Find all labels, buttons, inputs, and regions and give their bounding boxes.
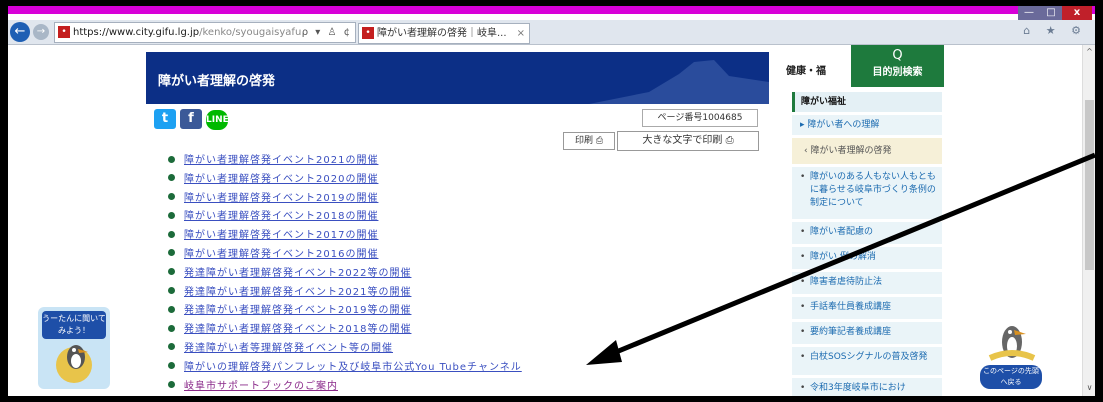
annotation-arrow-icon [586,152,1095,365]
browser-window: — □ x ← → • https://www.city.gifu.lg.jp/k… [8,6,1095,396]
